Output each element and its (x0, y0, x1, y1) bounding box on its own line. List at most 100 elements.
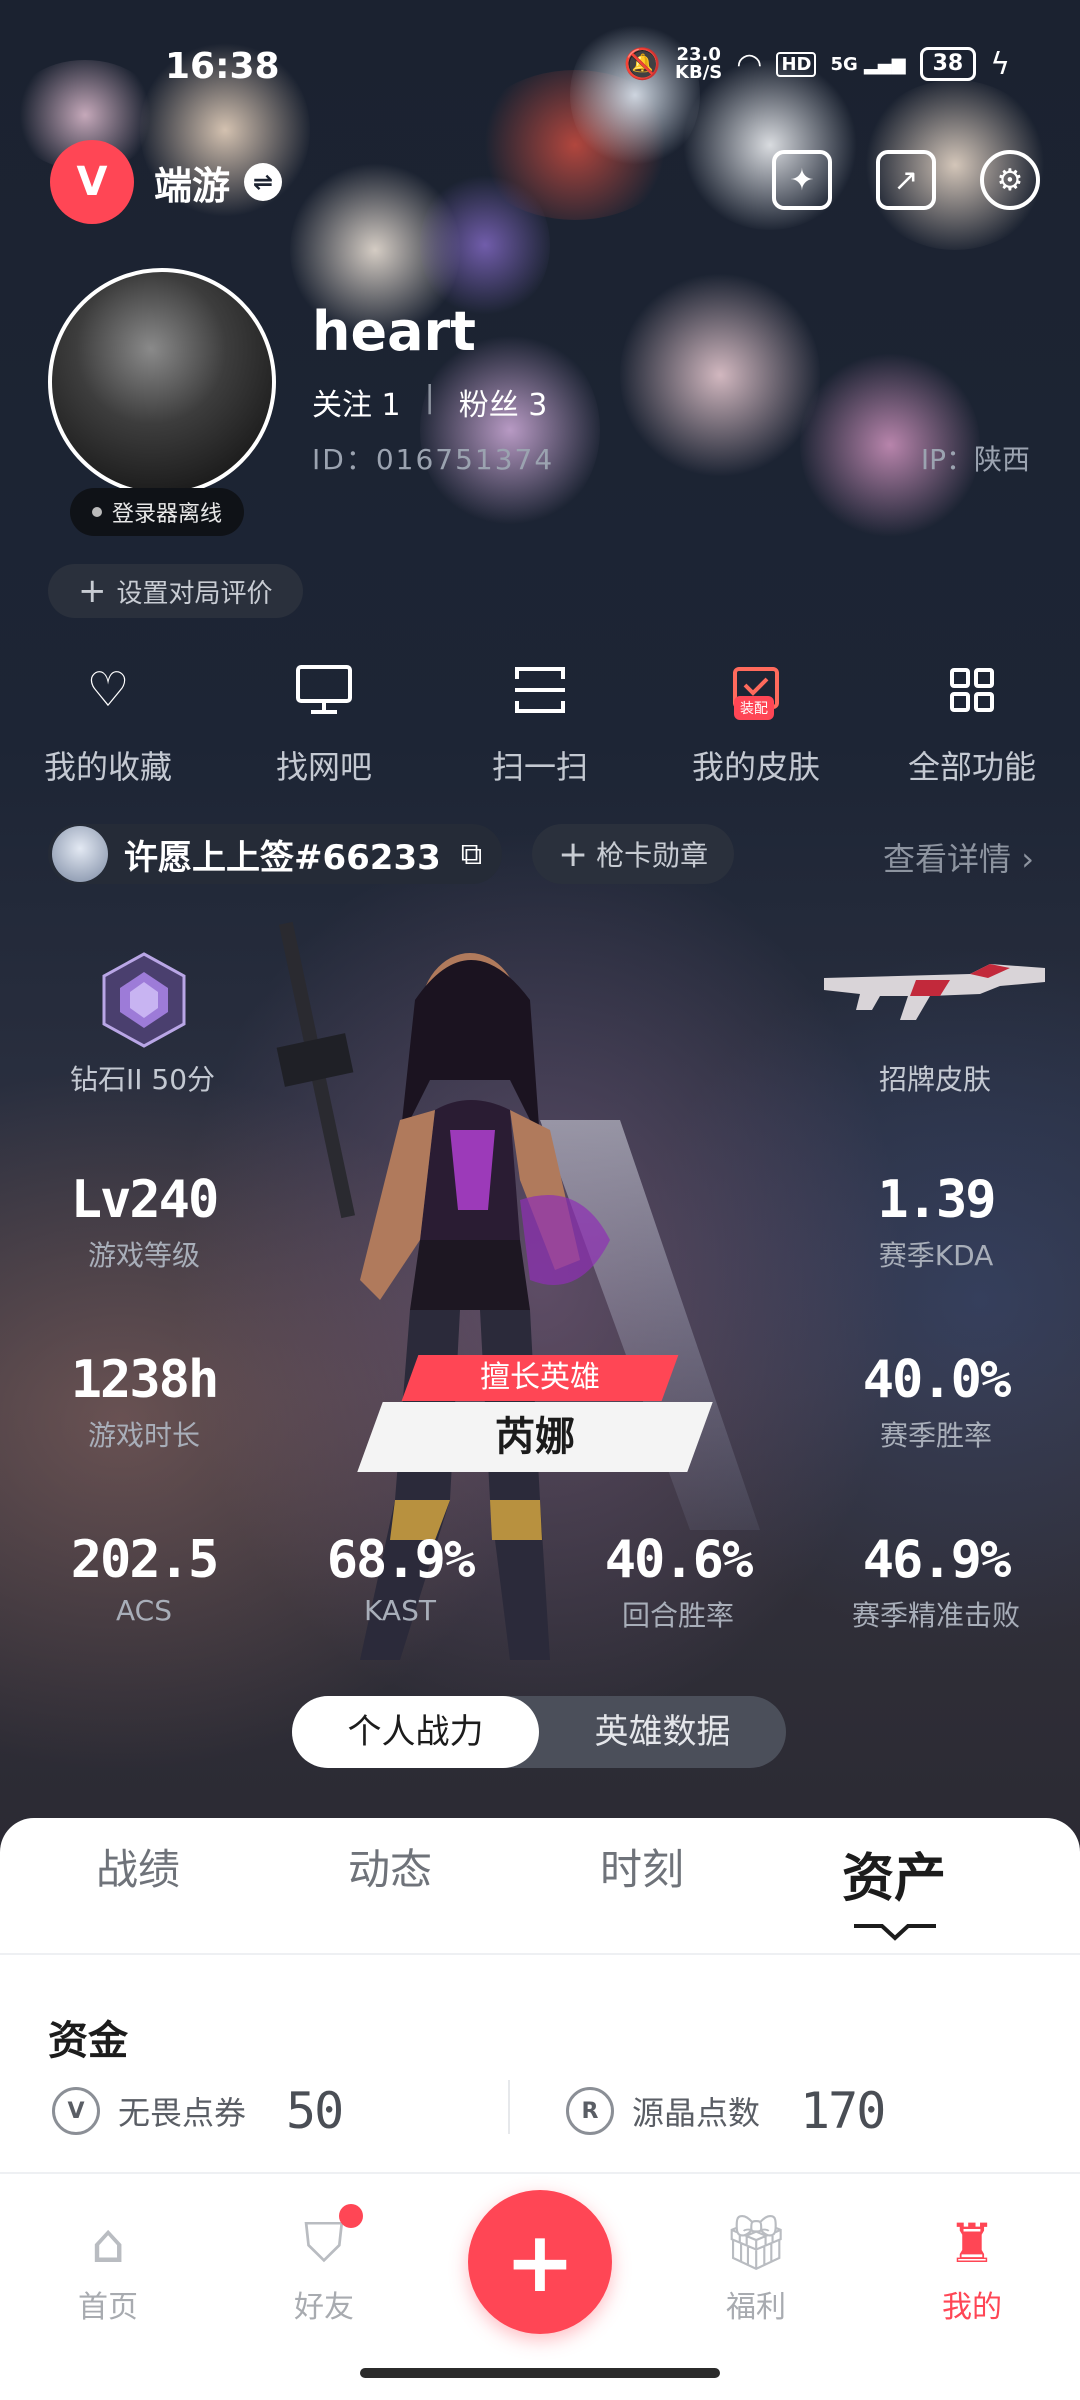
shortcut-my-skins[interactable]: 装配 我的皮肤 (648, 660, 864, 788)
tab-moments[interactable]: 时刻 (516, 1836, 768, 1911)
best-agent-tag-label: 擅长英雄 (480, 1360, 600, 1395)
nav-label: 福利 (726, 2290, 786, 2325)
avatar[interactable] (48, 268, 276, 496)
signature-skin-rifle-icon (824, 964, 1045, 1020)
equip-badge: 装配 (734, 696, 774, 720)
nav-home[interactable]: ⌂ 首页 (38, 2210, 178, 2326)
toggle-personal-power[interactable]: 个人战力 (292, 1696, 539, 1768)
stat-label: KAST (364, 1594, 436, 1627)
radianite-points-value: 170 (800, 2082, 886, 2140)
shortcut-label: 我的收藏 (43, 748, 172, 786)
home-indicator[interactable] (360, 2368, 720, 2378)
valorant-points-row[interactable]: V 无畏点券 50 (52, 2082, 344, 2140)
stat-label: 回合胜率 (621, 1599, 734, 1632)
friends-icon: ⛉ (289, 2204, 363, 2276)
view-details-label: 查看详情 (883, 840, 1012, 878)
nav-friends[interactable]: ⛉ 好友 (254, 2204, 394, 2326)
player-card-avatar (52, 826, 108, 882)
radianite-points-label: 源晶点数 (632, 2094, 761, 2132)
shortcut-label: 我的皮肤 (691, 748, 820, 786)
shortcut-find-cafe[interactable]: 找网吧 (216, 660, 432, 788)
stat-kda: 1.39 赛季KDA (806, 1170, 1066, 1274)
mute-icon: 🔕 (623, 46, 662, 82)
radianite-points-icon: R (566, 2087, 614, 2135)
stat-kast: 68.9% KAST (270, 1530, 530, 1627)
app-logo: V (50, 140, 134, 224)
status-bar: 16:38 🔕 23.0 KB/S ◠ HD 5G ▂▄▆ 38 ϟ (0, 0, 1080, 120)
create-post-button[interactable]: + (468, 2190, 612, 2334)
card-medal-button[interactable]: + 枪卡勋章 (532, 824, 735, 884)
profile-tabs: 战绩 动态 时刻 资产 (0, 1836, 1080, 1911)
stat-level: Lv240 游戏等级 (14, 1170, 274, 1274)
chevron-right-icon: › (1021, 840, 1034, 878)
nav-welfare[interactable]: 🎁︎ 福利 (686, 2210, 826, 2326)
followers-count: 3 (528, 388, 548, 423)
shortcut-label: 扫一扫 (491, 748, 588, 786)
shortcut-all-features[interactable]: 全部功能 (864, 660, 1080, 788)
stat-label: ACS (116, 1594, 172, 1627)
stat-playtime: 1238h 游戏时长 (14, 1350, 274, 1454)
ip-location: IP：陕西 (920, 443, 1030, 476)
monitor-icon (294, 660, 354, 720)
nav-label: 我的 (942, 2290, 1002, 2325)
gear-icon: ⚙ (996, 162, 1024, 198)
tab-assets[interactable]: 资产 (768, 1836, 1020, 1911)
plus-icon: + (558, 833, 589, 875)
battery-indicator: 38 (919, 47, 977, 81)
view-details-link[interactable]: 查看详情 › (883, 834, 1034, 880)
asset-divider (508, 2080, 510, 2134)
signature-skin-label: 招牌皮肤 (878, 1063, 991, 1096)
shortcut-label: 找网吧 (275, 748, 372, 786)
launcher-status-badge: 登录器离线 (70, 488, 245, 536)
stat-value: 202.5 (70, 1530, 220, 1590)
riot-id-name: 许愿上上签#66233 (124, 837, 441, 878)
stat-label: 赛季KDA (878, 1239, 994, 1272)
network-speed: 23.0 KB/S (675, 46, 722, 82)
profile-agent-icon: ♜ (947, 2211, 997, 2275)
stat-value: 40.0% (862, 1350, 1012, 1410)
settings-button[interactable]: ⚙ (980, 150, 1040, 210)
following-link[interactable]: 关注 1 (312, 380, 401, 424)
valorant-points-value: 50 (286, 2082, 344, 2140)
nav-mine[interactable]: ♜ 我的 (902, 2210, 1042, 2326)
copy-icon[interactable]: ⧉ (461, 837, 482, 872)
stat-label: 游戏时长 (87, 1419, 200, 1452)
set-match-rating-button[interactable]: + 设置对局评价 (48, 564, 303, 618)
share-icon: ↗ (893, 162, 919, 198)
grid-icon (942, 660, 1002, 720)
radianite-points-row[interactable]: R 源晶点数 170 (566, 2082, 886, 2140)
app-switcher-label[interactable]: 端游 (154, 155, 230, 210)
best-agent-name-plate[interactable]: 芮娜 (357, 1402, 713, 1472)
username: heart (312, 300, 476, 363)
share-button[interactable]: ↗ (876, 150, 936, 210)
tab-feed[interactable]: 动态 (264, 1836, 516, 1911)
notification-dot (339, 2204, 363, 2228)
plus-icon: + (504, 2213, 576, 2311)
launcher-status-label: 登录器离线 (112, 502, 223, 527)
hd-icon: HD (776, 51, 817, 77)
follow-stats: 关注 1 | 粉丝 3 (312, 380, 547, 424)
stat-value: Lv240 (70, 1170, 220, 1230)
stat-value: 1238h (70, 1350, 220, 1410)
signal-label: 5G (830, 53, 858, 75)
shortcut-label: 全部功能 (907, 748, 1036, 786)
followers-label: 粉丝 (458, 388, 519, 423)
nav-label: 首页 (78, 2290, 138, 2325)
shortcut-scan[interactable]: 扫一扫 (432, 660, 648, 788)
best-agent-tag: 擅长英雄 (401, 1355, 679, 1401)
plus-icon: + (78, 571, 107, 611)
tab-match-history[interactable]: 战绩 (12, 1836, 264, 1911)
sticker-edit-button[interactable]: ✦ (772, 150, 832, 210)
following-count: 1 (381, 388, 401, 423)
scan-icon (510, 660, 570, 720)
followers-link[interactable]: 粉丝 3 (459, 380, 548, 424)
shortcut-favorites[interactable]: ♡ 我的收藏 (0, 660, 216, 788)
status-icons: 🔕 23.0 KB/S ◠ HD 5G ▂▄▆ 38 ϟ (624, 46, 1010, 82)
switch-icon[interactable]: ⇌ (244, 163, 283, 201)
stat-round-win-rate: 40.6% 回合胜率 (548, 1530, 808, 1634)
funds-section-title: 资金 (48, 2018, 128, 2064)
top-bar: V 端游 ⇌ (50, 140, 283, 224)
stat-season-win-rate: 40.0% 赛季胜率 (806, 1350, 1066, 1454)
toggle-agent-data[interactable]: 英雄数据 (539, 1696, 786, 1768)
riot-id-chip[interactable]: 许愿上上签#66233 ⧉ (48, 824, 503, 884)
